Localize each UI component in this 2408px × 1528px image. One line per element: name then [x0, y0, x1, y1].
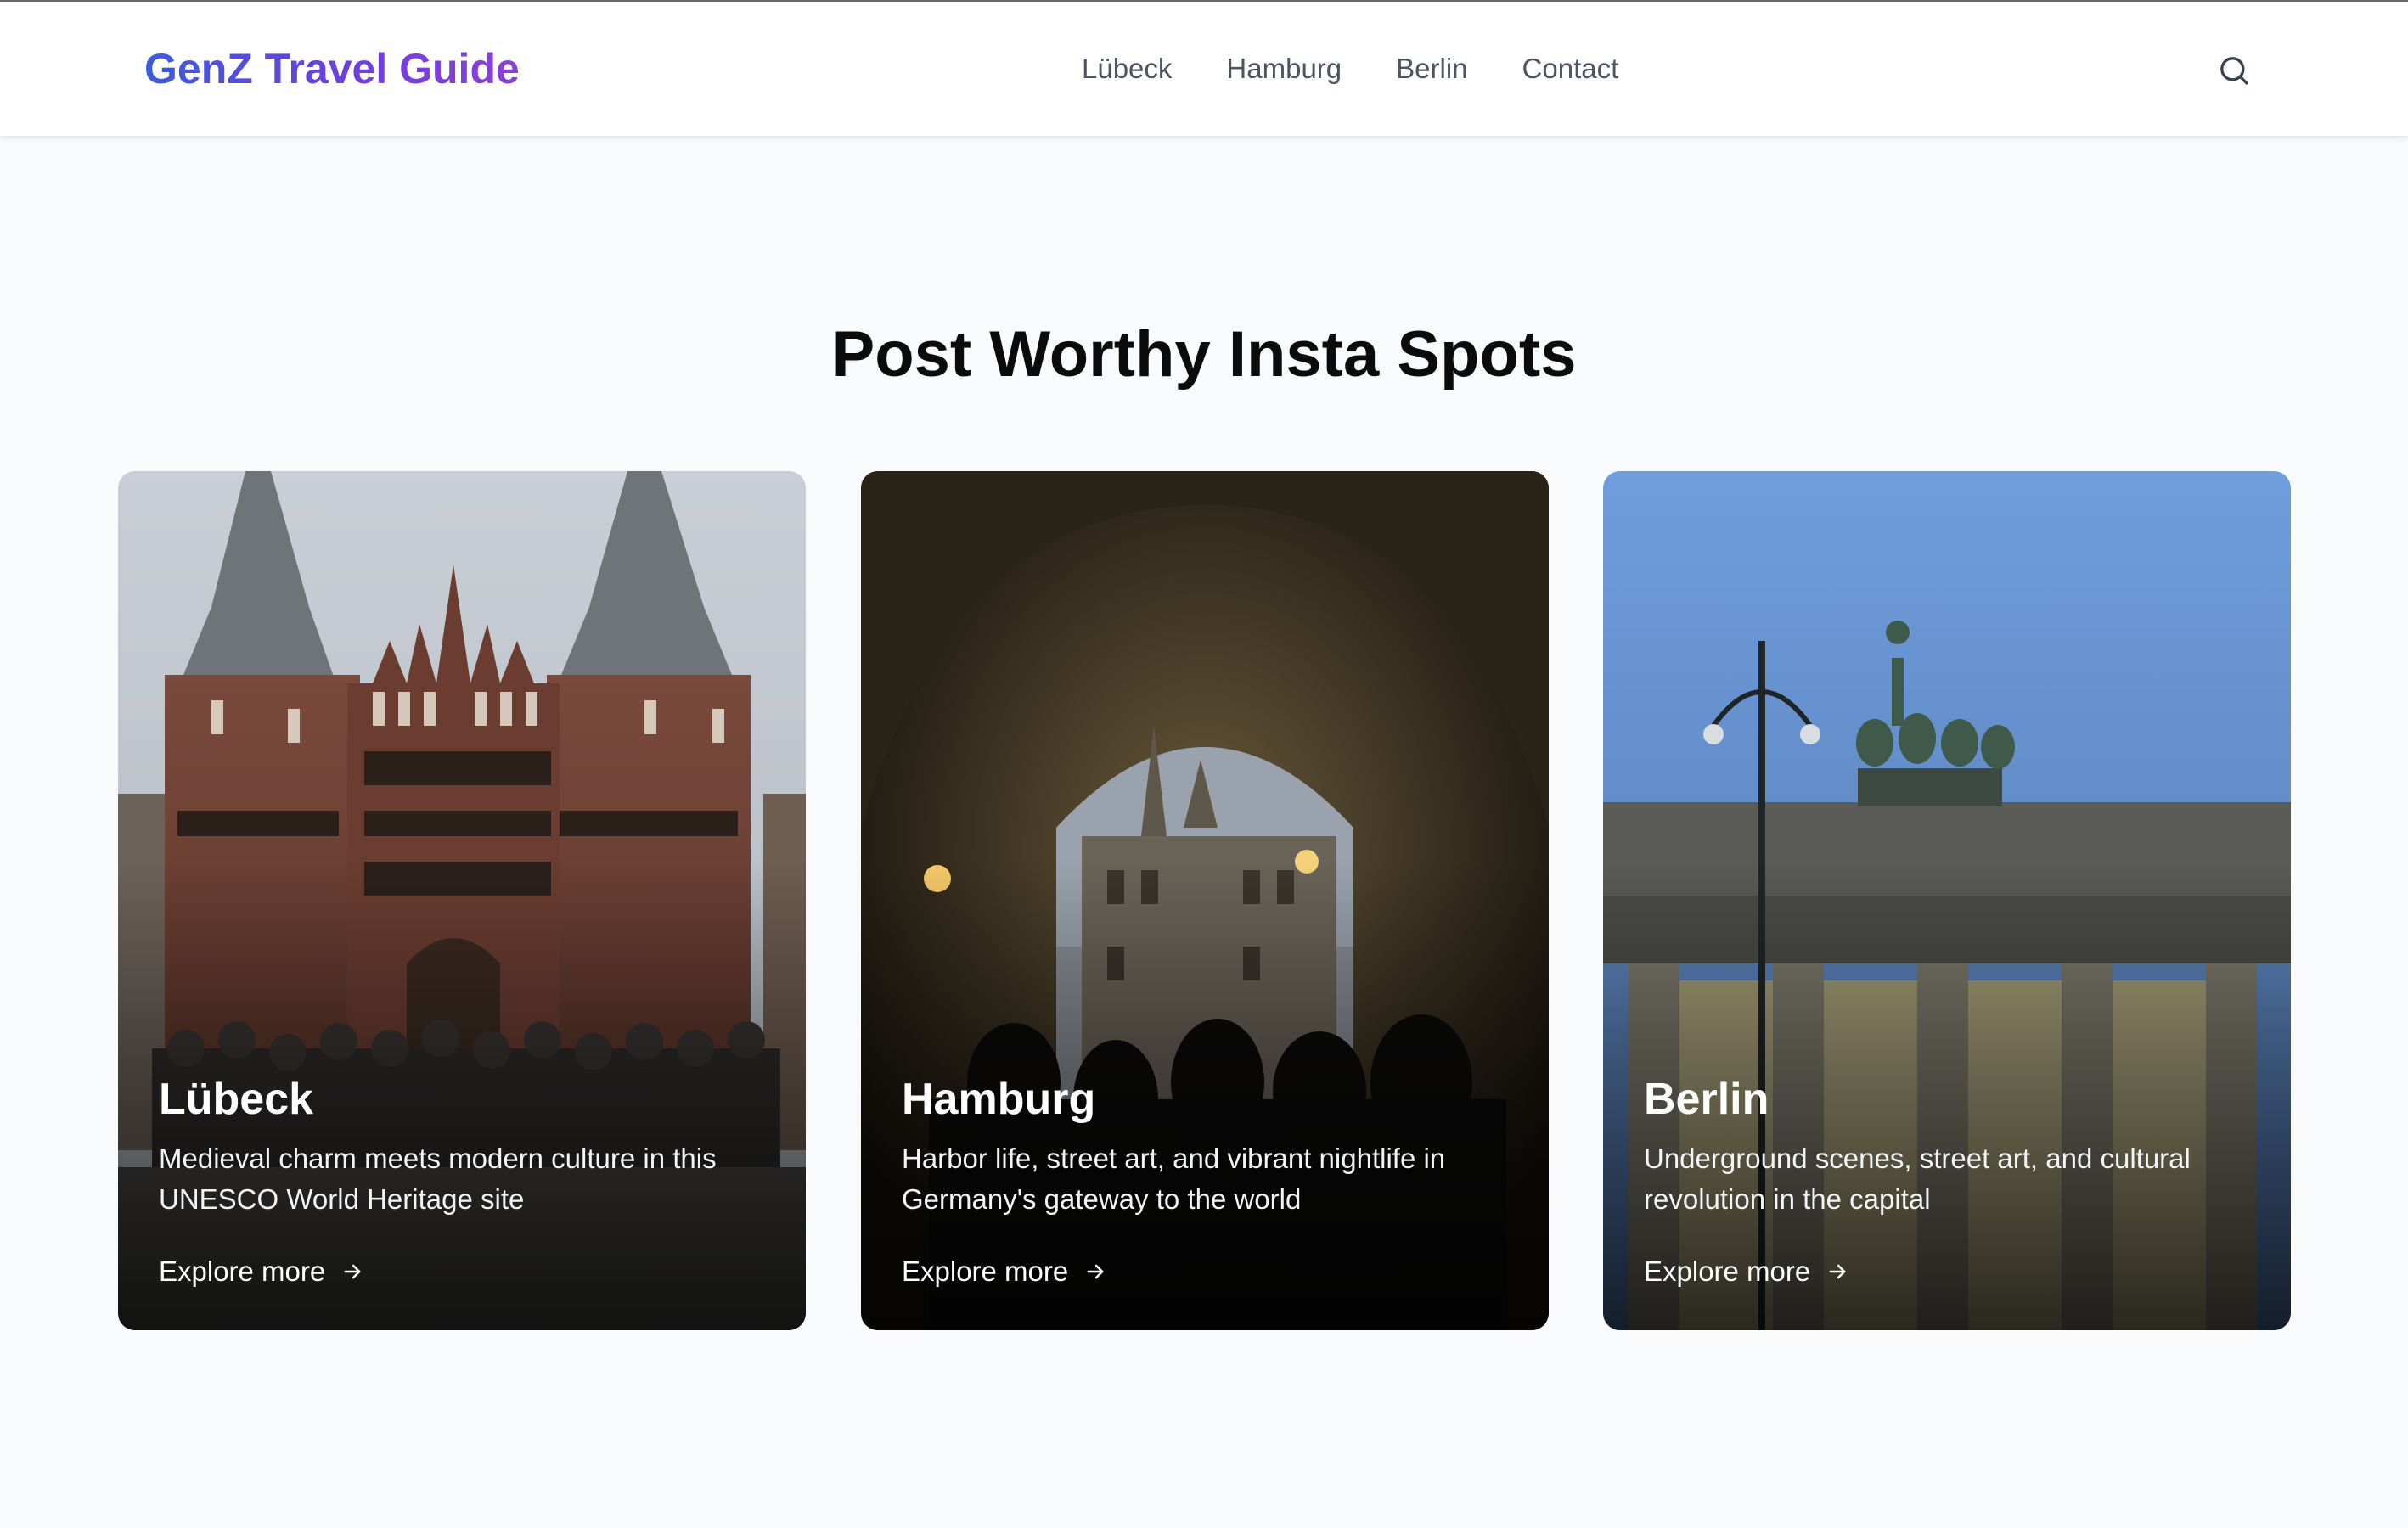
search-button[interactable]: [2211, 48, 2257, 93]
destination-card-hamburg[interactable]: Hamburg Harbor life, street art, and vib…: [861, 471, 1549, 1330]
section-title: Post Worthy Insta Spots: [831, 318, 1577, 390]
card-content: Berlin Underground scenes, street art, a…: [1644, 1072, 2250, 1220]
card-title: Lübeck: [159, 1075, 314, 1124]
explore-more-link-hamburg[interactable]: Explore more: [902, 1250, 1107, 1293]
explore-more-label: Explore more: [1644, 1256, 1811, 1287]
main-nav: Lübeck Hamburg Berlin Contact: [1082, 48, 1618, 90]
nav-link-contact[interactable]: Contact: [1522, 48, 1619, 90]
arrow-right-icon: [344, 1264, 361, 1279]
nav-link-berlin[interactable]: Berlin: [1396, 48, 1467, 90]
card-description: Medieval charm meets modern culture in t…: [159, 1143, 717, 1215]
nav-link-lubeck[interactable]: Lübeck: [1082, 48, 1172, 90]
card-content: Hamburg Harbor life, street art, and vib…: [902, 1072, 1508, 1220]
explore-more-link-berlin[interactable]: Explore more: [1644, 1250, 1849, 1293]
explore-more-label: Explore more: [159, 1256, 326, 1287]
destination-card-lubeck[interactable]: Lübeck Medieval charm meets modern cultu…: [118, 471, 806, 1330]
card-title: Berlin: [1644, 1075, 1769, 1124]
card-description: Underground scenes, street art, and cult…: [1644, 1143, 2191, 1215]
card-content: Lübeck Medieval charm meets modern cultu…: [159, 1072, 765, 1220]
arrow-right-icon: [1087, 1264, 1104, 1279]
search-icon: [2220, 57, 2248, 85]
site-header: GenZ Travel Guide Lübeck Hamburg Berlin …: [0, 0, 2408, 136]
site-logo[interactable]: GenZ Travel Guide: [144, 39, 520, 98]
nav-link-hamburg[interactable]: Hamburg: [1226, 48, 1342, 90]
card-description: Harbor life, street art, and vibrant nig…: [902, 1143, 1446, 1215]
arrow-right-icon: [1829, 1264, 1846, 1279]
destination-card-berlin[interactable]: Berlin Underground scenes, street art, a…: [1603, 471, 2291, 1330]
card-title: Hamburg: [902, 1075, 1096, 1124]
explore-more-label: Explore more: [902, 1256, 1069, 1287]
explore-more-link-lubeck[interactable]: Explore more: [159, 1250, 364, 1293]
